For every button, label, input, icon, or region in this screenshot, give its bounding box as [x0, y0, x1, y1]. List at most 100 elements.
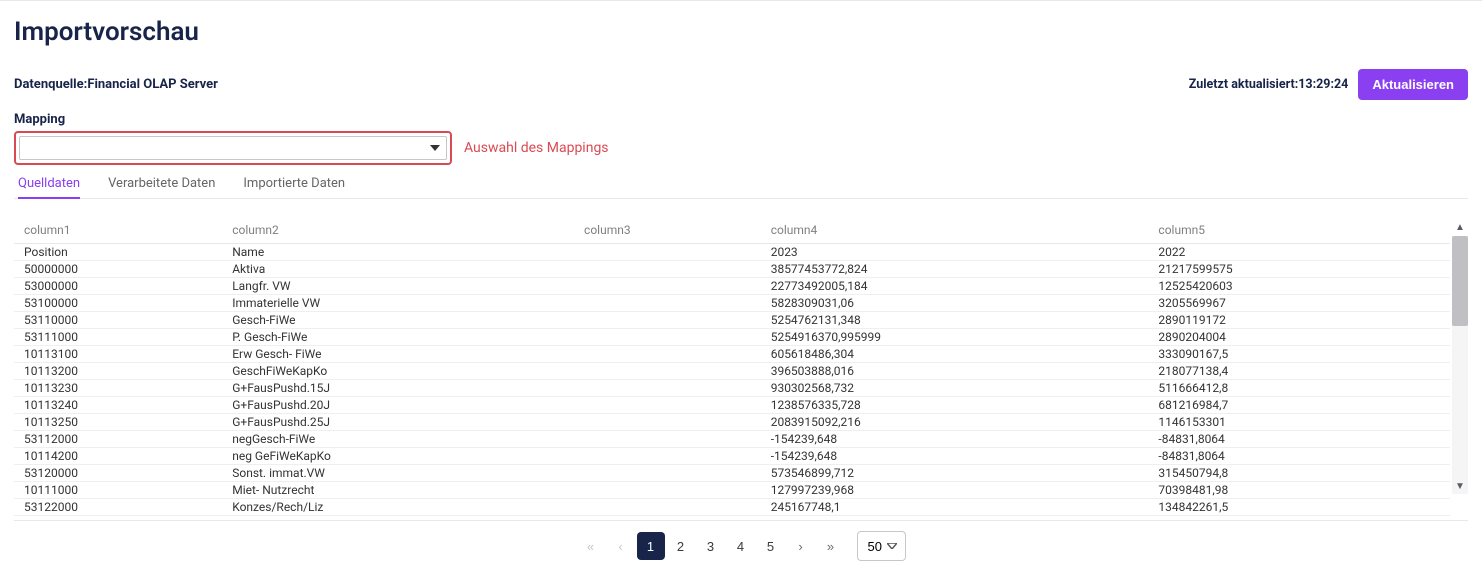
table-cell: 2023 [761, 244, 1149, 261]
table-cell: 53112000 [14, 431, 222, 448]
table-row[interactable]: 53110000Gesch-FiWe5254762131,34828901191… [14, 312, 1450, 329]
table-cell: 333090167,5 [1148, 346, 1450, 363]
pager-first[interactable]: « [577, 532, 605, 560]
table-row[interactable]: 10113200GeschFiWeKapKo396503888,01621807… [14, 363, 1450, 380]
table-cell: 127997239,968 [761, 482, 1149, 499]
table-row[interactable]: 53111000P. Gesch-FiWe5254916370,99599928… [14, 329, 1450, 346]
table-cell: 2890119172 [1148, 312, 1450, 329]
table-cell: -154239,648 [761, 448, 1149, 465]
table-cell: 50000000 [14, 261, 222, 278]
table-cell: -84831,8064 [1148, 431, 1450, 448]
table-cell: G+FausPushd.15J [222, 380, 574, 397]
table-row[interactable]: 10113250G+FausPushd.25J 2083915092,216114… [14, 414, 1450, 431]
table-cell: 22773492005,184 [761, 278, 1149, 295]
table-cell: 10113230 [14, 380, 222, 397]
table-cell: 930302568,732 [761, 380, 1149, 397]
table-header-row: column1 column2 column3 column4 column5 [14, 219, 1450, 244]
tab-verarbeitete[interactable]: Verarbeitete Daten [108, 172, 215, 199]
table-cell [574, 363, 761, 380]
table-cell: 53110000 [14, 312, 222, 329]
table-cell: 10111000 [14, 482, 222, 499]
table-cell: -84831,8064 [1148, 448, 1450, 465]
table-cell [574, 329, 761, 346]
table-row[interactable]: 10111000Miet- Nutzrecht 127997239,9687039… [14, 482, 1450, 499]
table-cell: Konzes/Rech/Liz [222, 499, 574, 516]
table-row[interactable]: 53100000Immaterielle VW5828309031,063205… [14, 295, 1450, 312]
last-updated-label: Zuletzt aktualisiert: [1189, 77, 1298, 92]
table-cell: Langfr. VW [222, 278, 574, 295]
mapping-annotation: Auswahl des Mappings [464, 140, 609, 156]
scroll-up-icon[interactable]: ▲ [1452, 219, 1468, 235]
table-cell: 70398481,98 [1148, 482, 1450, 499]
table-cell: 1238576335,728 [761, 397, 1149, 414]
table-cell: 53120000 [14, 465, 222, 482]
table-cell [574, 499, 761, 516]
table-row[interactable]: 10114200neg GeFiWeKapKo-154239,648-84831… [14, 448, 1450, 465]
col-header[interactable]: column4 [761, 219, 1149, 244]
table-row[interactable]: 53122000Konzes/Rech/Liz245167748,1134842… [14, 499, 1450, 516]
page-title: Importvorschau [14, 1, 1468, 69]
pager-prev[interactable]: ‹ [607, 532, 635, 560]
col-header[interactable]: column2 [222, 219, 574, 244]
table-row[interactable]: PositionName20232022 [14, 244, 1450, 261]
table-cell [574, 380, 761, 397]
pager-page-2[interactable]: 2 [667, 532, 695, 560]
table-cell: 53100000 [14, 295, 222, 312]
table-row[interactable]: 53112000negGesch-FiWe-154239,648-84831,8… [14, 431, 1450, 448]
mapping-label: Mapping [14, 112, 1468, 127]
table-row[interactable]: 50000000Aktiva38577453772,82421217599575 [14, 261, 1450, 278]
table-row[interactable]: 53000000Langfr. VW 22773492005,1841252542… [14, 278, 1450, 295]
table-cell: 10113250 [14, 414, 222, 431]
table-cell [574, 295, 761, 312]
mapping-select[interactable] [19, 136, 447, 160]
tab-importierte[interactable]: Importierte Daten [243, 172, 345, 199]
datasource-value: Financial OLAP Server [87, 77, 218, 92]
table-cell [574, 312, 761, 329]
pager-page-5[interactable]: 5 [757, 532, 785, 560]
pager-page-3[interactable]: 3 [697, 532, 725, 560]
refresh-button[interactable]: Aktualisieren [1358, 69, 1468, 100]
scroll-down-icon[interactable]: ▼ [1452, 478, 1468, 494]
table-cell: -154239,648 [761, 431, 1149, 448]
table-cell: Erw Gesch- FiWe [222, 346, 574, 363]
pager-last[interactable]: » [817, 532, 845, 560]
page-size-select[interactable]: 50 [857, 531, 906, 561]
mapping-select-highlight [14, 131, 452, 165]
table-row[interactable]: 10113240G+FausPushd.20J1238576335,728681… [14, 397, 1450, 414]
pager-page-1[interactable]: 1 [637, 532, 665, 560]
table-cell: 573546899,712 [761, 465, 1149, 482]
table-row[interactable]: 53120000Sonst. immat.VW573546899,7123154… [14, 465, 1450, 482]
meta-row: Datenquelle:Financial OLAP Server Zuletz… [14, 69, 1468, 100]
data-table: column1 column2 column3 column4 column5 … [14, 219, 1450, 516]
table-cell [574, 431, 761, 448]
table-cell [574, 244, 761, 261]
table-cell [574, 261, 761, 278]
pager-page-4[interactable]: 4 [727, 532, 755, 560]
table-row[interactable]: 10113100Erw Gesch- FiWe605618486,3043330… [14, 346, 1450, 363]
col-header[interactable]: column1 [14, 219, 222, 244]
pager-next[interactable]: › [787, 532, 815, 560]
table-cell: 2022 [1148, 244, 1450, 261]
table-cell: 53000000 [14, 278, 222, 295]
table-cell: 2083915092,216 [761, 414, 1149, 431]
table-cell: 605618486,304 [761, 346, 1149, 363]
table-cell: 21217599575 [1148, 261, 1450, 278]
last-updated: Zuletzt aktualisiert:13:29:24 [1189, 77, 1349, 92]
table-cell [574, 278, 761, 295]
scrollbar-thumb[interactable] [1452, 236, 1468, 326]
table-cell: 12525420603 [1148, 278, 1450, 295]
pagination: « ‹ 1 2 3 4 5 › » 50 [14, 520, 1468, 575]
tab-quelldaten[interactable]: Quelldaten [18, 172, 80, 199]
table-row[interactable]: 10113230G+FausPushd.15J930302568,7325116… [14, 380, 1450, 397]
table-cell: 1146153301 [1148, 414, 1450, 431]
table-cell: Miet- Nutzrecht [222, 482, 574, 499]
last-updated-value: 13:29:24 [1298, 77, 1348, 92]
table-cell: G+FausPushd.20J [222, 397, 574, 414]
datasource-info: Datenquelle:Financial OLAP Server [14, 77, 218, 92]
table-cell: 5254762131,348 [761, 312, 1149, 329]
table-cell [574, 414, 761, 431]
table-cell: G+FausPushd.25J [222, 414, 574, 431]
table-cell: 681216984,7 [1148, 397, 1450, 414]
col-header[interactable]: column3 [574, 219, 761, 244]
col-header[interactable]: column5 [1148, 219, 1450, 244]
